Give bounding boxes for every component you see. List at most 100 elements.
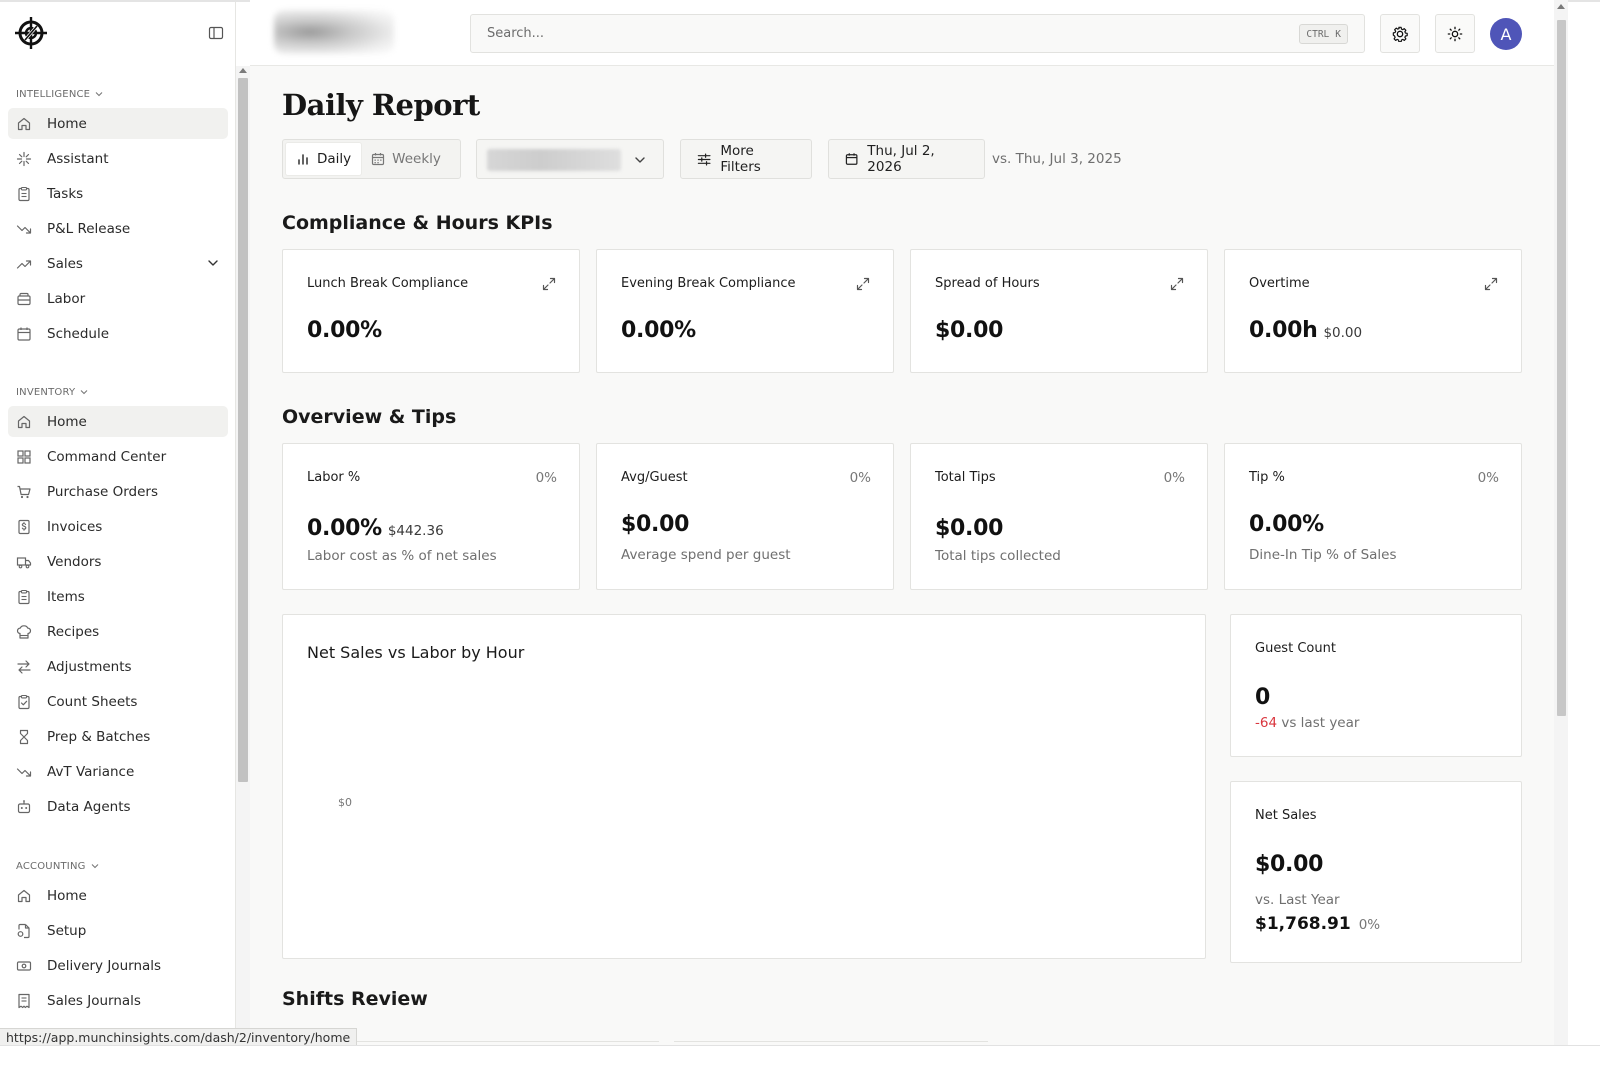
expand-icon[interactable] [1483, 276, 1499, 292]
sidebar-item-labor[interactable]: Labor [8, 283, 228, 314]
sidebar-item-label: Items [47, 588, 85, 605]
date-label: Thu, Jul 2, 2026 [867, 143, 935, 175]
sidebar-item-tasks[interactable]: Tasks [8, 178, 228, 209]
chevron-down-icon[interactable] [206, 256, 220, 270]
logo-icon[interactable] [14, 16, 48, 50]
sidebar-item-label: Count Sheets [47, 693, 138, 710]
date-picker-button[interactable]: Thu, Jul 2, 2026 [828, 139, 985, 179]
scroll-up-arrow-icon[interactable] [1557, 4, 1565, 9]
sidebar-section-title[interactable]: INVENTORY [0, 384, 235, 400]
guest-count-label: Guest Count [1255, 641, 1336, 656]
section-title-text: INVENTORY [16, 386, 76, 398]
sparkle-icon [16, 151, 32, 167]
sidebar-item-label: Sales [47, 255, 83, 272]
sidebar-item-home[interactable]: Home [8, 880, 228, 911]
kpi-section-title: Compliance & Hours KPIs [282, 212, 553, 234]
kpi-value-text: $0.00 [935, 318, 1004, 343]
page-scrollbar[interactable] [1554, 0, 1568, 1045]
sidebar-item-data-agents[interactable]: Data Agents [8, 791, 228, 822]
user-avatar[interactable]: A [1490, 18, 1522, 50]
kpi-card-value: 0.00h $0.00 [1249, 318, 1362, 343]
sidebar-item-adjustments[interactable]: Adjustments [8, 651, 228, 682]
sidebar-item-items[interactable]: Items [8, 581, 228, 612]
chevron-down-icon [91, 864, 98, 869]
receipt-icon [16, 993, 32, 1009]
sidebar-item-assistant[interactable]: Assistant [8, 143, 228, 174]
clipboard-check-icon [16, 694, 32, 710]
theme-toggle-button[interactable] [1435, 14, 1475, 53]
overview-card-change: 0% [535, 470, 557, 486]
bar-chart-icon [298, 154, 308, 165]
settings-button[interactable] [1380, 14, 1420, 53]
expand-icon[interactable] [855, 276, 871, 292]
sidebar-scroll-thumb[interactable] [238, 78, 248, 782]
sidebar-item-label: AvT Variance [47, 763, 135, 780]
guest-count-value: 0 [1255, 685, 1271, 710]
brand-logo-blurred [274, 10, 394, 54]
sidebar-item-schedule[interactable]: Schedule [8, 318, 228, 349]
guest-count-delta-suffix: vs last year [1281, 715, 1360, 731]
sidebar-item-label: Home [47, 413, 87, 430]
sidebar-item-prep-and-batches[interactable]: Prep & Batches [8, 721, 228, 752]
sidebar-item-recipes[interactable]: Recipes [8, 616, 228, 647]
overview-card-avg-guest: Avg/Guest 0% $0.00 Average spend per guest [596, 443, 894, 590]
search-bar[interactable]: CTRL K [470, 14, 1365, 53]
bottom-bar [0, 1045, 1600, 1065]
sidebar-item-vendors[interactable]: Vendors [8, 546, 228, 577]
kpi-card-label: Overtime [1249, 276, 1310, 291]
sidebar-item-sales-journals[interactable]: Sales Journals [8, 985, 228, 1016]
dollar-doc-icon [16, 519, 32, 535]
overview-card-label: Labor % [307, 470, 361, 485]
compare-date-text: vs. Thu, Jul 3, 2025 [992, 151, 1122, 167]
sidebar-item-command-center[interactable]: Command Center [8, 441, 228, 472]
page-scroll-thumb[interactable] [1557, 20, 1566, 716]
sidebar-item-label: Vendors [47, 553, 102, 570]
expand-icon[interactable] [541, 276, 557, 292]
scroll-up-arrow-icon[interactable] [239, 68, 247, 73]
more-filters-button[interactable]: More Filters [680, 139, 812, 179]
sidebar-item-invoices[interactable]: Invoices [8, 511, 228, 542]
sidebar-section-title[interactable]: INTELLIGENCE [0, 86, 235, 102]
overview-card-description: Dine-In Tip % of Sales [1249, 547, 1397, 563]
expand-icon[interactable] [1169, 276, 1185, 292]
status-bar-url: https://app.munchinsights.com/dash/2/inv… [0, 1028, 358, 1045]
sidebar-item-purchase-orders[interactable]: Purchase Orders [8, 476, 228, 507]
sidebar-item-label: Invoices [47, 518, 103, 535]
shifts-section-title: Shifts Review [282, 988, 428, 1010]
calendar-icon [16, 326, 32, 342]
kpi-card-value: 0.00% [621, 318, 696, 343]
chevron-down-icon [80, 390, 88, 395]
net-sales-labor-chart-card: Net Sales vs Labor by Hour $0 [282, 614, 1206, 959]
sidebar-collapse-icon[interactable] [207, 24, 225, 42]
daily-tab[interactable]: Daily [286, 143, 362, 175]
sidebar-item-avt-variance[interactable]: AvT Variance [8, 756, 228, 787]
sidebar-section-accounting: ACCOUNTING Home Setup Delivery Journals Sale… [0, 858, 235, 1020]
y-tick-label: $0 [338, 796, 352, 809]
sidebar-scrollbar[interactable] [236, 66, 250, 1065]
kpi-value-text: 0.00% [307, 318, 382, 343]
sidebar-item-home[interactable]: Home [8, 108, 228, 139]
search-input[interactable] [487, 26, 1267, 41]
sidebar-item-label: P&L Release [47, 220, 131, 237]
kpi-card-lunch-break-compliance: Lunch Break Compliance 0.00% [282, 249, 580, 373]
guest-count-card: Guest Count 0 -64 vs last year [1230, 614, 1522, 757]
sidebar-item-label: Setup [47, 922, 87, 939]
overview-card-value: $0.00 [935, 516, 1003, 541]
sidebar-section-title[interactable]: ACCOUNTING [0, 858, 235, 874]
sidebar-item-count-sheets[interactable]: Count Sheets [8, 686, 228, 717]
overview-card-label: Tip % [1249, 470, 1285, 485]
sidebar-item-setup[interactable]: Setup [8, 915, 228, 946]
sidebar-item-home[interactable]: Home [8, 406, 228, 437]
sidebar-item-sales[interactable]: Sales [8, 248, 228, 279]
truck-icon [16, 554, 32, 570]
weekly-tab[interactable]: Weekly [361, 143, 451, 175]
sidebar-item-pandl-release[interactable]: P&L Release [8, 213, 228, 244]
location-select[interactable] [476, 139, 664, 179]
sidebar-item-delivery-journals[interactable]: Delivery Journals [8, 950, 228, 981]
sidebar-item-label: Home [47, 887, 87, 904]
kpi-card-spread-of-hours: Spread of Hours $0.00 [910, 249, 1208, 373]
kpi-card-label: Lunch Break Compliance [307, 276, 469, 291]
main-content: Daily Report Daily Weekly More Filters T… [250, 66, 1554, 1045]
box-icon [16, 291, 32, 307]
sidebar-item-label: Command Center [47, 448, 167, 465]
